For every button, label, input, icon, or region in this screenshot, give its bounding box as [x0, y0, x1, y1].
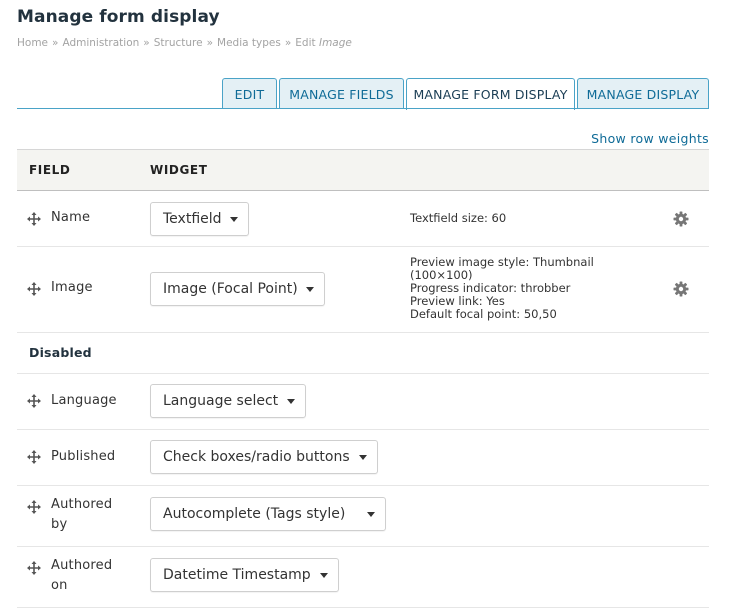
widget-select[interactable]: Language select [150, 384, 306, 418]
drag-handle-icon[interactable] [27, 394, 41, 408]
gear-icon[interactable] [673, 281, 689, 297]
chevron-down-icon [230, 217, 238, 222]
breadcrumb-separator: » [284, 37, 292, 49]
field-label: Language [51, 393, 117, 408]
field-label: Authored on [51, 558, 113, 593]
widget-select[interactable]: Autocomplete (Tags style) [150, 497, 386, 531]
table-row-image: Image Image (Focal Point) Preview image … [17, 247, 709, 333]
table-header: FIELD WIDGET [17, 149, 709, 191]
drag-handle-icon[interactable] [27, 282, 41, 296]
region-title-row: Disabled [17, 333, 709, 374]
breadcrumb-separator: » [206, 37, 214, 49]
widget-summary: Preview image style: Thumbnail (100×100)… [410, 255, 594, 321]
breadcrumb-separator: » [143, 37, 150, 49]
page-title: Manage form display [17, 7, 220, 27]
table-row-published: Published Check boxes/radio buttons [17, 430, 709, 486]
tab-manage-display[interactable]: MANAGE DISPLAY [577, 78, 709, 109]
drag-handle-icon[interactable] [27, 561, 41, 575]
drag-handle-icon[interactable] [27, 212, 41, 226]
breadcrumb-separator: » [52, 37, 59, 49]
field-label: Authored by [51, 497, 113, 532]
field-label: Published [51, 449, 116, 464]
widget-select[interactable]: Textfield [150, 202, 249, 236]
field-table: FIELD WIDGET Name Textfield Textfield si… [17, 149, 709, 608]
breadcrumb-structure[interactable]: Structure [154, 37, 203, 49]
drag-handle-icon[interactable] [27, 500, 41, 514]
table-row-authored-on: Authored on Datetime Timestamp [17, 547, 709, 608]
widget-select[interactable]: Image (Focal Point) [150, 272, 325, 306]
breadcrumb-home[interactable]: Home [17, 37, 48, 49]
widget-summary: Textfield size: 60 [410, 211, 507, 225]
field-label: Image [51, 280, 93, 295]
chevron-down-icon [287, 399, 295, 404]
column-header-field: FIELD [29, 163, 71, 177]
field-label: Name [51, 210, 91, 225]
breadcrumb-administration[interactable]: Administration [62, 37, 139, 49]
tab-manage-fields[interactable]: MANAGE FIELDS [279, 78, 404, 109]
widget-select[interactable]: Datetime Timestamp [150, 558, 339, 592]
breadcrumb-edit[interactable]: Edit Image [295, 37, 352, 49]
chevron-down-icon [306, 287, 314, 292]
tabs-underline [17, 108, 709, 109]
chevron-down-icon [320, 573, 328, 578]
chevron-down-icon [367, 512, 375, 517]
drag-handle-icon[interactable] [27, 450, 41, 464]
tab-manage-form-display[interactable]: MANAGE FORM DISPLAY [406, 78, 575, 110]
widget-select[interactable]: Check boxes/radio buttons [150, 440, 378, 474]
gear-icon[interactable] [673, 211, 689, 227]
show-row-weights-link[interactable]: Show row weights [591, 131, 709, 146]
region-title-disabled: Disabled [29, 345, 92, 360]
breadcrumb-media-types[interactable]: Media types [217, 37, 281, 49]
tab-edit[interactable]: EDIT [222, 78, 277, 109]
table-row-name: Name Textfield Textfield size: 60 [17, 191, 709, 247]
chevron-down-icon [359, 455, 367, 460]
table-row-authored-by: Authored by Autocomplete (Tags style) [17, 486, 709, 547]
column-header-widget: WIDGET [150, 163, 208, 177]
table-row-language: Language Language select [17, 374, 709, 430]
breadcrumb: Home» Administration» Structure» Media type… [17, 37, 352, 49]
